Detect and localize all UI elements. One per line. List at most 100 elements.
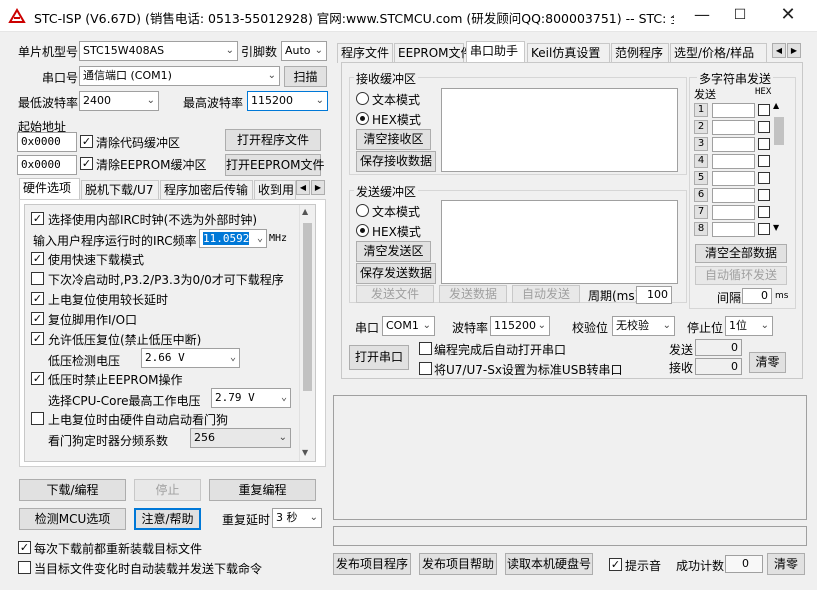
send-file-button[interactable]: 发送文件 [356,285,434,303]
clear-count-button[interactable]: 清零 [749,352,786,373]
watchdog-div-select[interactable]: 256 ⌄ [190,428,291,448]
multi-string-input[interactable] [712,154,755,169]
clear-success-count-button[interactable]: 清零 [767,553,805,575]
tab-program-file[interactable]: 程序文件 [337,43,393,63]
auto-open-serial-checkbox[interactable] [419,342,432,355]
code-address-input[interactable]: 0x0000 [17,132,77,152]
send-textarea[interactable] [441,200,678,284]
read-disk-id-button[interactable]: 读取本机硬盘号 [505,553,593,575]
multi-string-index-button[interactable]: 8 [694,222,708,236]
port-select[interactable]: 通信端口 (COM1) ⌄ [79,66,280,86]
serial-port-select[interactable]: COM1 ⌄ [382,316,435,336]
auto-loop-send-button[interactable]: 自动循环发送 [695,266,787,285]
save-receive-button[interactable]: 保存接收数据 [356,151,436,172]
scan-button[interactable]: 扫描 [284,66,327,87]
multi-string-index-button[interactable]: 3 [694,137,708,151]
clear-code-checkbox[interactable]: ✓ [80,135,93,148]
reload-before-download-checkbox[interactable]: ✓ [18,541,31,554]
internal-irc-checkbox[interactable]: ✓ [31,212,44,225]
close-button[interactable]: ✕ [765,0,811,32]
right-tab-left-button[interactable]: ◀ [772,43,786,58]
clear-receive-button[interactable]: 清空接收区 [356,129,431,150]
send-data-button[interactable]: 发送数据 [439,285,507,303]
scroll-up-icon[interactable]: ▲ [302,207,308,216]
irc-freq-select[interactable]: 11.0592 ⌄ [199,229,267,248]
watchdog-checkbox[interactable] [31,412,44,425]
multi-string-input[interactable] [712,205,755,220]
tab-received[interactable]: 收到用 [254,180,296,200]
multi-string-input[interactable] [712,222,755,237]
send-hex-mode-radio[interactable] [356,224,369,237]
cold-start-checkbox[interactable] [31,272,44,285]
mcu-select[interactable]: STC15W408AS ⌄ [79,41,238,61]
tab-encrypted-transfer[interactable]: 程序加密后传输 [160,180,253,200]
lv-detect-select[interactable]: 2.66 V ⌄ [141,348,240,368]
period-input[interactable]: 100 [636,286,672,304]
help-button[interactable]: 注意/帮助 [134,508,201,530]
multi-string-input[interactable] [712,137,755,152]
multi-scroll-down-icon[interactable]: ▼ [773,223,779,232]
stop-button[interactable]: 停止 [134,479,201,501]
multi-string-input[interactable] [712,103,755,118]
low-voltage-reset-checkbox[interactable]: ✓ [31,332,44,345]
tab-scroll-left-button[interactable]: ◀ [296,180,310,195]
lv-eeprom-checkbox[interactable]: ✓ [31,372,44,385]
stop-bits-select[interactable]: 1位 ⌄ [725,316,773,336]
long-delay-checkbox[interactable]: ✓ [31,292,44,305]
tab-hardware-options[interactable]: 硬件选项 [19,178,80,200]
multi-string-scrollbar[interactable]: ▲ ▼ [773,101,785,237]
cpu-voltage-select[interactable]: 2.79 V ⌄ [211,388,291,408]
tone-checkbox[interactable]: ✓ [609,558,622,571]
multi-string-input[interactable] [712,188,755,203]
tab-keil-settings[interactable]: Keil仿真设置 [527,43,610,63]
multi-string-index-button[interactable]: 7 [694,205,708,219]
min-baud-select[interactable]: 2400 ⌄ [79,91,159,111]
parity-select[interactable]: 无校验 ⌄ [612,316,675,336]
multi-string-hex-checkbox[interactable] [758,206,770,218]
recv-text-mode-radio[interactable] [356,92,369,105]
output-log-area[interactable] [333,395,807,520]
multi-string-index-button[interactable]: 5 [694,171,708,185]
pins-select[interactable]: Auto ⌄ [281,41,327,61]
multi-string-input[interactable] [712,120,755,135]
multi-scroll-up-icon[interactable]: ▲ [773,101,779,110]
publish-project-button[interactable]: 发布项目程序 [333,553,411,575]
detect-mcu-button[interactable]: 检测MCU选项 [19,508,126,530]
multi-string-hex-checkbox[interactable] [758,189,770,201]
open-program-file-button[interactable]: 打开程序文件 [225,129,321,151]
tab-serial-assistant[interactable]: 串口助手 [466,41,525,63]
scroll-down-icon[interactable]: ▼ [302,448,308,457]
tab-eeprom-file[interactable]: EEPROM文件 [394,43,473,63]
auto-send-button[interactable]: 自动发送 [512,285,580,303]
save-send-button[interactable]: 保存发送数据 [356,263,436,284]
multi-string-hex-checkbox[interactable] [758,155,770,167]
multi-string-hex-checkbox[interactable] [758,138,770,150]
multi-string-index-button[interactable]: 1 [694,103,708,117]
max-baud-select[interactable]: 115200 ⌄ [247,91,328,111]
usb-serial-checkbox[interactable] [419,362,432,375]
reset-io-checkbox[interactable]: ✓ [31,312,44,325]
maximize-button[interactable]: ☐ [717,0,763,32]
eeprom-address-input[interactable]: 0x0000 [17,155,77,175]
tab-offline-download[interactable]: 脱机下载/U7 [81,180,159,200]
right-tab-right-button[interactable]: ▶ [787,43,801,58]
multi-string-index-button[interactable]: 6 [694,188,708,202]
multi-string-index-button[interactable]: 4 [694,154,708,168]
multi-string-hex-checkbox[interactable] [758,223,770,235]
serial-baud-select[interactable]: 115200 ⌄ [490,316,550,336]
multi-string-index-button[interactable]: 2 [694,120,708,134]
send-text-mode-radio[interactable] [356,204,369,217]
tab-examples[interactable]: 范例程序 [611,43,669,63]
interval-input[interactable]: 0 [742,288,772,304]
auto-reload-checkbox[interactable] [18,561,31,574]
options-scrollbar-thumb[interactable] [303,223,312,391]
download-program-button[interactable]: 下载/编程 [19,479,126,501]
fast-download-checkbox[interactable]: ✓ [31,252,44,265]
tab-scroll-right-button[interactable]: ▶ [311,180,325,195]
clear-all-data-button[interactable]: 清空全部数据 [695,244,787,263]
repeat-delay-select[interactable]: 3 秒 ⌄ [272,508,322,528]
publish-help-button[interactable]: 发布项目帮助 [419,553,497,575]
clear-send-button[interactable]: 清空发送区 [356,241,431,262]
clear-eeprom-checkbox[interactable]: ✓ [80,157,93,170]
open-eeprom-file-button[interactable]: 打开EEPROM文件 [225,154,325,176]
